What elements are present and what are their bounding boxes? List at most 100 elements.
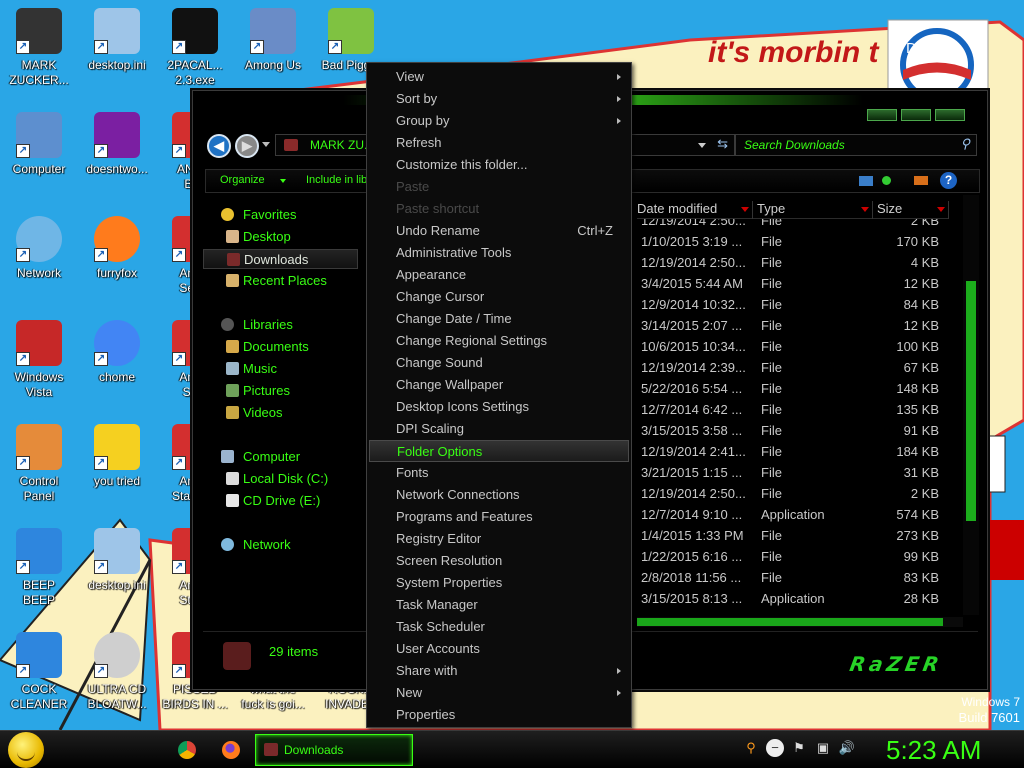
details-pane-icon[interactable] xyxy=(914,176,928,185)
vertical-scrollbar[interactable] xyxy=(963,195,979,615)
scrollbar-thumb[interactable] xyxy=(637,618,943,626)
search-icon[interactable]: ⚲ xyxy=(742,739,760,757)
desktop-icon[interactable]: ↗ desktop.ini xyxy=(78,528,156,593)
nav-downloads[interactable]: Downloads xyxy=(203,249,358,269)
menu-item-network-connections[interactable]: Network Connections xyxy=(369,484,629,506)
desktop-icon[interactable]: ↗ COCK CLEANER xyxy=(0,632,78,712)
horizontal-scrollbar[interactable] xyxy=(637,617,963,627)
desktop-icon[interactable]: ↗ furryfox xyxy=(78,216,156,281)
menu-item-share-with[interactable]: Share with xyxy=(369,660,629,682)
taskbar-downloads-button[interactable]: Downloads xyxy=(255,734,413,766)
desktop-icon[interactable]: ↗ MARK ZUCKER... xyxy=(0,8,78,88)
nav-computer[interactable]: Computer xyxy=(203,447,358,467)
nav-cd-drive[interactable]: CD Drive (E:) xyxy=(203,491,358,511)
menu-item-administrative-tools[interactable]: Administrative Tools xyxy=(369,242,629,264)
column-size[interactable]: Size xyxy=(877,201,949,219)
menu-item-registry-editor[interactable]: Registry Editor xyxy=(369,528,629,550)
menu-item-task-scheduler[interactable]: Task Scheduler xyxy=(369,616,629,638)
firefox-taskbar-icon[interactable] xyxy=(222,741,240,759)
desktop-icon[interactable]: ↗ doesntwo... xyxy=(78,112,156,177)
file-row[interactable]: 1/10/2015 3:19 ... File 170 KB xyxy=(637,232,949,253)
nav-desktop[interactable]: Desktop xyxy=(203,227,358,247)
nav-favorites[interactable]: Favorites xyxy=(203,205,358,225)
menu-item-new[interactable]: New xyxy=(369,682,629,704)
desktop-icon[interactable]: ↗ you tried xyxy=(78,424,156,489)
menu-item-view[interactable]: View xyxy=(369,66,629,88)
menu-item-change-date-time[interactable]: Change Date / Time xyxy=(369,308,629,330)
file-row[interactable]: 12/7/2014 6:42 ... File 135 KB xyxy=(637,400,949,421)
column-date-modified[interactable]: Date modified xyxy=(637,201,753,219)
desktop-icon[interactable]: ↗ Among Us xyxy=(234,8,312,73)
file-row[interactable]: 12/19/2014 2:50... File 4 KB xyxy=(637,253,949,274)
file-row[interactable]: 12/7/2014 9:10 ... Application 574 KB xyxy=(637,505,949,526)
back-button[interactable]: ◀ xyxy=(207,134,231,158)
include-in-library-button[interactable]: Include in lib xyxy=(306,174,367,186)
desktop-icon[interactable]: ↗ Network xyxy=(0,216,78,281)
minimize-button[interactable] xyxy=(867,109,897,121)
nav-network[interactable]: Network xyxy=(203,535,358,555)
file-row[interactable]: 5/22/2016 5:54 ... File 148 KB xyxy=(637,379,949,400)
desktop-icon[interactable]: ↗ Windows Vista xyxy=(0,320,78,400)
search-input[interactable]: Search Downloads ⚲ xyxy=(735,134,977,156)
file-row[interactable]: 3/14/2015 2:07 ... File 12 KB xyxy=(637,316,949,337)
menu-item-screen-resolution[interactable]: Screen Resolution xyxy=(369,550,629,572)
desktop-icon[interactable]: ↗ desktop.ini xyxy=(78,8,156,73)
help-icon[interactable]: ? xyxy=(940,172,957,189)
menu-item-programs-and-features[interactable]: Programs and Features xyxy=(369,506,629,528)
menu-item-desktop-icons-settings[interactable]: Desktop Icons Settings xyxy=(369,396,629,418)
menu-item-user-accounts[interactable]: User Accounts xyxy=(369,638,629,660)
flag-icon[interactable]: ⚑ xyxy=(790,739,808,757)
column-type[interactable]: Type xyxy=(757,201,873,219)
nav-recent-places[interactable]: Recent Places xyxy=(203,271,358,291)
file-row[interactable]: 12/19/2014 2:50... File 2 KB xyxy=(637,484,949,505)
desktop-icon[interactable]: ↗ BEEP BEEP xyxy=(0,528,78,608)
menu-item-system-properties[interactable]: System Properties xyxy=(369,572,629,594)
menu-item-appearance[interactable]: Appearance xyxy=(369,264,629,286)
close-button[interactable] xyxy=(935,109,965,121)
file-row[interactable]: 12/9/2014 10:32... File 84 KB xyxy=(637,295,949,316)
file-row[interactable]: 12/19/2014 2:41... File 184 KB xyxy=(637,442,949,463)
menu-item-group-by[interactable]: Group by xyxy=(369,110,629,132)
search-icon[interactable]: ⚲ xyxy=(960,136,970,152)
refresh-icon[interactable]: ⇆ xyxy=(717,136,728,152)
menu-item-properties[interactable]: Properties xyxy=(369,704,629,726)
menu-item-change-cursor[interactable]: Change Cursor xyxy=(369,286,629,308)
nav-pictures[interactable]: Pictures xyxy=(203,381,358,401)
scrollbar-thumb[interactable] xyxy=(966,281,976,521)
menu-item-folder-options[interactable]: Folder Options xyxy=(369,440,629,462)
menu-item-change-wallpaper[interactable]: Change Wallpaper xyxy=(369,374,629,396)
start-button[interactable] xyxy=(8,732,44,768)
desktop-icon[interactable]: ↗ Control Panel xyxy=(0,424,78,504)
network-tray-icon[interactable]: ▣ xyxy=(814,739,832,757)
clock[interactable]: 5:23 AM xyxy=(886,735,981,766)
view-options-icon[interactable] xyxy=(859,176,873,186)
nav-documents[interactable]: Documents xyxy=(203,337,358,357)
menu-item-sort-by[interactable]: Sort by xyxy=(369,88,629,110)
preview-pane-icon[interactable] xyxy=(882,176,891,185)
menu-item-task-manager[interactable]: Task Manager xyxy=(369,594,629,616)
file-row[interactable]: 12/19/2014 2:39... File 67 KB xyxy=(637,358,949,379)
desktop-icon[interactable]: ↗ ULTRA CD BLOATW... xyxy=(78,632,156,712)
minus-icon[interactable]: − xyxy=(766,739,784,757)
nav-videos[interactable]: Videos xyxy=(203,403,358,423)
file-row[interactable]: 10/6/2015 10:34... File 100 KB xyxy=(637,337,949,358)
menu-item-dpi-scaling[interactable]: DPI Scaling xyxy=(369,418,629,440)
menu-item-undo-rename[interactable]: Undo Rename Ctrl+Z xyxy=(369,220,629,242)
file-row[interactable]: 3/15/2015 8:13 ... Application 28 KB xyxy=(637,589,949,610)
menu-item-refresh[interactable]: Refresh xyxy=(369,132,629,154)
file-row[interactable]: 1/4/2015 1:33 PM File 273 KB xyxy=(637,526,949,547)
file-row[interactable]: 3/4/2015 5:44 AM File 12 KB xyxy=(637,274,949,295)
nav-music[interactable]: Music xyxy=(203,359,358,379)
file-row[interactable]: 3/15/2015 3:58 ... File 91 KB xyxy=(637,421,949,442)
forward-button[interactable]: ▶ xyxy=(235,134,259,158)
desktop-icon[interactable]: ↗ chome xyxy=(78,320,156,385)
desktop-icon[interactable]: ↗ 2PACAL... 2.3.exe xyxy=(156,8,234,88)
file-row[interactable]: 12/19/2014 2:50... File 2 KB xyxy=(637,219,949,232)
volume-icon[interactable]: 🔊 xyxy=(838,739,856,757)
nav-local-disk[interactable]: Local Disk (C:) xyxy=(203,469,358,489)
nav-libraries[interactable]: Libraries xyxy=(203,315,358,335)
menu-item-change-sound[interactable]: Change Sound xyxy=(369,352,629,374)
menu-item-change-regional-settings[interactable]: Change Regional Settings xyxy=(369,330,629,352)
desktop-icon[interactable]: ↗ Computer xyxy=(0,112,78,177)
organize-button[interactable]: Organize xyxy=(220,174,265,186)
